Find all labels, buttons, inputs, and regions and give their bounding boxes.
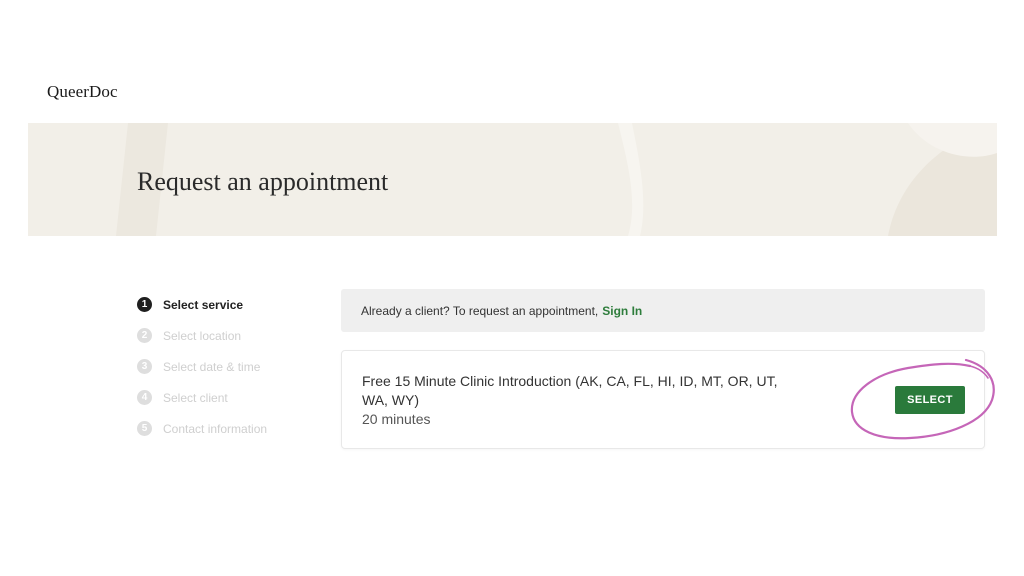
booking-steps: 1 Select service 2 Select location 3 Sel…: [137, 289, 267, 444]
step-label: Select service: [163, 297, 244, 312]
step-select-client: 4 Select client: [137, 382, 267, 413]
step-number: 1: [137, 297, 152, 312]
select-service-button[interactable]: SELECT: [895, 386, 965, 414]
sign-in-link[interactable]: Sign In: [602, 304, 642, 318]
page-title: Request an appointment: [137, 167, 389, 196]
existing-client-banner: Already a client? To request an appointm…: [341, 289, 985, 332]
step-label: Select client: [163, 390, 228, 405]
service-card: Free 15 Minute Clinic Introduction (AK, …: [341, 350, 985, 449]
step-number: 5: [137, 421, 152, 436]
step-select-service: 1 Select service: [137, 289, 267, 320]
step-label: Contact information: [163, 421, 268, 436]
service-name: Free 15 Minute Clinic Introduction (AK, …: [362, 373, 778, 408]
step-select-date-time: 3 Select date & time: [137, 351, 267, 382]
page-hero: Request an appointment: [28, 123, 997, 236]
client-banner-text: Already a client? To request an appointm…: [361, 303, 599, 318]
service-duration: 20 minutes: [362, 411, 431, 427]
step-number: 2: [137, 328, 152, 343]
step-number: 4: [137, 390, 152, 405]
step-number: 3: [137, 359, 152, 374]
step-select-location: 2 Select location: [137, 320, 267, 351]
site-logo[interactable]: QueerDoc: [47, 82, 118, 102]
step-contact-information: 5 Contact information: [137, 413, 267, 444]
step-label: Select location: [163, 328, 242, 343]
step-label: Select date & time: [163, 359, 261, 374]
